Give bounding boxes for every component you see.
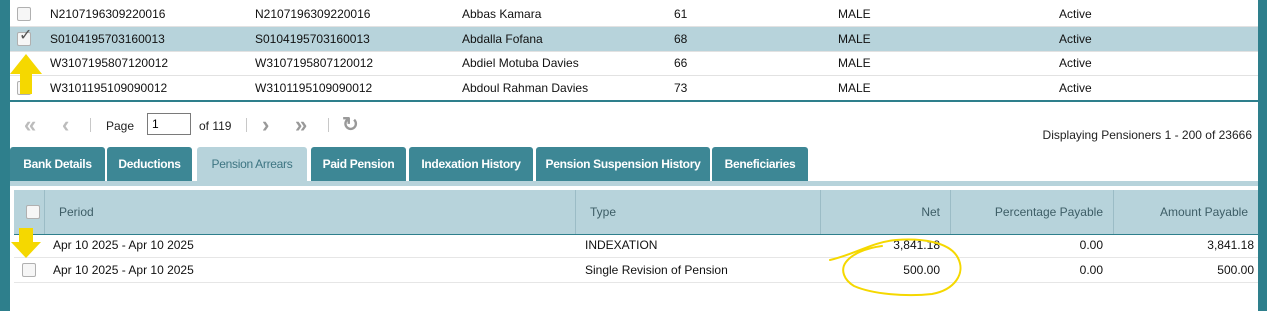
pensioner-age: 68 — [674, 32, 688, 46]
last-page-icon[interactable]: » — [295, 114, 307, 136]
page-count-label: of 119 — [199, 119, 232, 133]
table-row[interactable]: W3107195807120012 W3107195807120012 Abdi… — [10, 51, 1258, 76]
arrears-type: INDEXATION — [585, 238, 658, 252]
pensioner-gender: MALE — [838, 32, 871, 46]
tab-bank-details[interactable]: Bank Details — [10, 147, 105, 182]
pensioner-status: Active — [1059, 56, 1092, 70]
right-scrollbar[interactable] — [1258, 0, 1267, 311]
pensioner-id: W3107195807120012 — [50, 56, 169, 70]
arrears-type: Single Revision of Pension — [585, 263, 728, 277]
tab-paid-pension[interactable]: Paid Pension — [311, 147, 406, 182]
pensioner-gender: MALE — [838, 7, 871, 21]
annotation-arrow-up-icon — [10, 54, 42, 94]
pensioner-age: 73 — [674, 81, 688, 95]
arrears-percentage-payable: 0.00 — [1079, 238, 1103, 252]
pensioner-name: Abdiel Motuba Davies — [462, 56, 579, 70]
select-all-checkbox[interactable] — [26, 205, 40, 219]
tab-deductions[interactable]: Deductions — [107, 147, 192, 182]
table-row[interactable]: N2107196309220016 N2107196309220016 Abba… — [10, 2, 1258, 27]
arrears-header-row: Period Type Net Percentage Payable Amoun… — [14, 190, 1258, 235]
pager-separator — [328, 118, 329, 132]
page-label: Page — [106, 119, 135, 133]
pager-separator — [90, 118, 91, 132]
arrears-percentage-payable: 0.00 — [1079, 263, 1103, 277]
prev-page-icon[interactable]: ‹ — [62, 114, 69, 136]
pensioner-id: N2107196309220016 — [50, 7, 166, 21]
row-checkbox[interactable] — [17, 7, 31, 21]
refresh-icon[interactable]: ↻ — [342, 114, 359, 136]
pensioner-status: Active — [1059, 32, 1092, 46]
pensioner-status: Active — [1059, 81, 1092, 95]
pensioners-grid: N2107196309220016 N2107196309220016 Abba… — [10, 0, 1258, 101]
pensioner-name: Abbas Kamara — [462, 7, 542, 21]
pensioner-gender: MALE — [838, 56, 871, 70]
pensioner-number: S0104195703160013 — [255, 32, 370, 46]
tab-pension-arrears[interactable]: Pension Arrears — [197, 147, 307, 182]
arrears-period: Apr 10 2025 - Apr 10 2025 — [53, 263, 194, 277]
pensioner-number: N2107196309220016 — [255, 7, 371, 21]
first-page-icon[interactable]: « — [24, 114, 36, 136]
column-header-type[interactable]: Type — [575, 190, 820, 234]
check-icon: ✓ — [19, 27, 33, 44]
annotation-circle-scribble — [829, 238, 962, 297]
arrears-period: Apr 10 2025 - Apr 10 2025 — [53, 238, 194, 252]
column-header-amount-payable[interactable]: Amount Payable — [1113, 190, 1258, 234]
pensioner-id: S0104195703160013 — [50, 32, 165, 46]
next-page-icon[interactable]: › — [262, 114, 269, 136]
table-row-selected[interactable]: ✓ S0104195703160013 S0104195703160013 Ab… — [10, 27, 1258, 52]
arrears-amount-payable: 500.00 — [1217, 263, 1254, 277]
column-header-percentage-payable[interactable]: Percentage Payable — [950, 190, 1113, 234]
annotation-arrow-down-icon — [11, 228, 41, 258]
table-row[interactable]: W3101195109090012 W3101195109090012 Abdo… — [10, 76, 1258, 101]
table-row[interactable]: Apr 10 2025 - Apr 10 2025 Single Revisio… — [14, 258, 1258, 283]
pager-display-info: Displaying Pensioners 1 - 200 of 23666 — [1042, 128, 1252, 142]
pensioner-age: 61 — [674, 7, 688, 21]
pensioner-name: Abdalla Fofana — [462, 32, 543, 46]
row-checkbox-checked[interactable]: ✓ — [17, 28, 32, 46]
table-row[interactable]: Apr 10 2025 - Apr 10 2025 INDEXATION 3,8… — [14, 233, 1258, 258]
row-checkbox[interactable] — [22, 263, 36, 277]
tab-beneficiaries[interactable]: Beneficiaries — [712, 147, 808, 182]
pager-separator — [246, 118, 247, 132]
pensioner-gender: MALE — [838, 81, 871, 95]
pensioner-number: W3101195109090012 — [255, 81, 373, 95]
column-header-net[interactable]: Net — [820, 190, 950, 234]
page-number-input[interactable] — [147, 113, 191, 135]
pagination-toolbar: « ‹ Page of 119 › » ↻ Displaying Pension… — [10, 102, 1258, 146]
pensioner-name: Abdoul Rahman Davies — [462, 81, 589, 95]
tab-indexation-history[interactable]: Indexation History — [409, 147, 533, 182]
column-header-period[interactable]: Period — [44, 190, 575, 234]
pensioner-status: Active — [1059, 7, 1092, 21]
pensioner-number: W3107195807120012 — [255, 56, 374, 70]
tab-pension-suspension-history[interactable]: Pension Suspension History — [536, 147, 710, 182]
pensioner-id: W3101195109090012 — [50, 81, 168, 95]
pensioner-age: 66 — [674, 56, 688, 70]
left-frame-border — [0, 0, 10, 311]
arrears-amount-payable: 3,841.18 — [1207, 238, 1254, 252]
detail-tabs: Bank Details Deductions Pension Arrears … — [10, 147, 1258, 182]
pension-arrears-grid: Period Type Net Percentage Payable Amoun… — [10, 186, 1258, 311]
